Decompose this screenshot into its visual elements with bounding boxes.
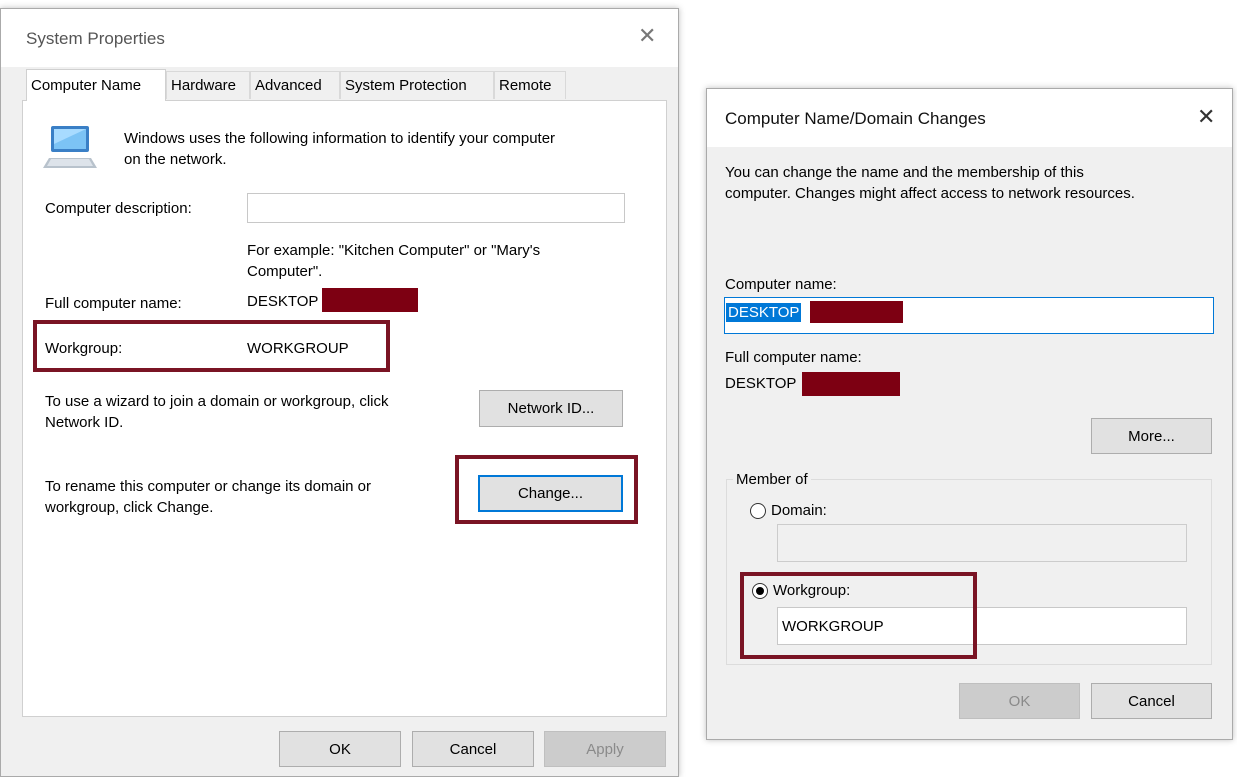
more-button[interactable]: More... [1091,418,1212,454]
dialog-title-bar[interactable]: Computer Name/Domain Changes ✕ [707,89,1232,147]
close-icon[interactable]: ✕ [638,25,656,47]
intro-text-line-2: on the network. [124,151,227,168]
workgroup-highlight-box [33,320,390,372]
tab-advanced[interactable]: Advanced [250,71,340,99]
change-highlight-box [455,455,638,524]
full-computer-name-label: Full computer name: [45,295,182,312]
computer-icon [43,126,97,168]
example-text-line-1: For example: "Kitchen Computer" or "Mary… [247,242,541,259]
dialog-cancel-button[interactable]: Cancel [1091,683,1212,719]
example-text-line-2: Computer". [247,263,323,280]
cancel-button[interactable]: Cancel [412,731,534,767]
computer-name-input[interactable]: DESKTOP [724,297,1214,334]
intro-text-line-1: Windows uses the following information t… [124,130,556,147]
dialog-intro-line-1: You can change the name and the membersh… [725,164,1084,181]
dialog-ok-button[interactable]: OK [959,683,1080,719]
dialog-intro-line-2: computer. Changes might affect access to… [725,185,1135,202]
network-id-button[interactable]: Network ID... [479,390,623,427]
computer-name-label: Computer name: [725,276,837,293]
tab-hardware[interactable]: Hardware [166,71,250,99]
rename-text-line-1: To rename this computer or change its do… [45,478,371,495]
apply-button[interactable]: Apply [544,731,666,767]
redaction-bar [802,372,900,396]
dialog-full-name-value: DESKTOP [725,375,797,392]
domain-label: Domain: [771,502,827,519]
redaction-bar [322,288,418,312]
dialog-title: Computer Name/Domain Changes [725,109,986,128]
tab-computer-name[interactable]: Computer Name [26,69,166,101]
window-title: System Properties [26,29,165,48]
tab-system-protection[interactable]: System Protection [340,71,494,99]
computer-description-input[interactable] [247,193,625,223]
dialog-workgroup-highlight-box [740,572,977,659]
tab-remote[interactable]: Remote [494,71,566,99]
ok-button[interactable]: OK [279,731,401,767]
title-bar[interactable]: System Properties ✕ [1,9,678,67]
domain-radio[interactable] [750,503,766,519]
dialog-full-name-label: Full computer name: [725,349,862,366]
network-id-text-line-1: To use a wizard to join a domain or work… [45,393,389,410]
full-computer-name-value: DESKTOP [247,293,319,310]
computer-description-label: Computer description: [45,200,192,217]
computer-name-selected-text: DESKTOP [726,303,802,322]
domain-input[interactable] [777,524,1187,562]
redaction-bar [810,301,903,323]
network-id-text-line-2: Network ID. [45,414,124,431]
rename-text-line-2: workgroup, click Change. [45,499,214,516]
dialog-close-icon[interactable]: ✕ [1197,106,1215,128]
member-of-label: Member of [736,471,808,488]
